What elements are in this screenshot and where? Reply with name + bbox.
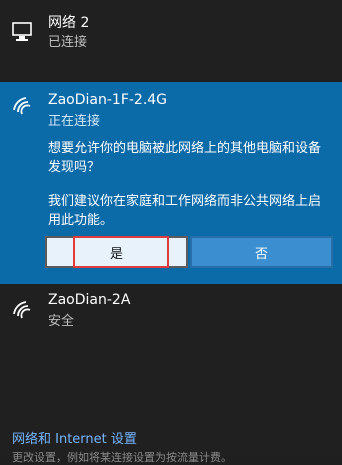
discovery-button-row: 是 否 xyxy=(45,236,333,268)
network-status: 已连接 xyxy=(48,35,88,50)
network-status: 正在连接 xyxy=(48,114,101,129)
no-button[interactable]: 否 xyxy=(190,236,333,268)
network-name: ZaoDian-1F-2.4G xyxy=(48,92,168,108)
network-name: ZaoDian-2A xyxy=(48,292,131,308)
network-name: 网络 2 xyxy=(48,15,90,31)
wifi-icon xyxy=(12,96,36,120)
network-flyout: 网络 2 已连接 ZaoDian-1F-2.4G 正在连接 想要允许你的电脑被此… xyxy=(0,0,342,464)
network-status: 安全 xyxy=(48,314,75,329)
no-button-label: 否 xyxy=(254,246,268,262)
highlight-box xyxy=(73,236,169,268)
yes-button[interactable]: 是 xyxy=(45,236,188,268)
network-item-wifi-2[interactable]: ZaoDian-2A 安全 xyxy=(0,284,342,346)
discovery-advice: 我们建议你在家庭和工作网络而非公共网络上启用此功能。 xyxy=(48,194,322,228)
network-item-wired[interactable]: 网络 2 已连接 xyxy=(0,0,342,82)
network-settings-link[interactable]: 网络和 Internet 设置 xyxy=(12,428,137,447)
discovery-prompt: 想要允许你的电脑被此网络上的其他电脑和设备发现吗？ xyxy=(48,141,322,175)
network-settings-subtext: 更改设置，例如将某连接设置为按流量计费。 xyxy=(12,451,232,464)
wifi-icon xyxy=(12,300,36,324)
computer-monitor-icon xyxy=(12,22,34,46)
